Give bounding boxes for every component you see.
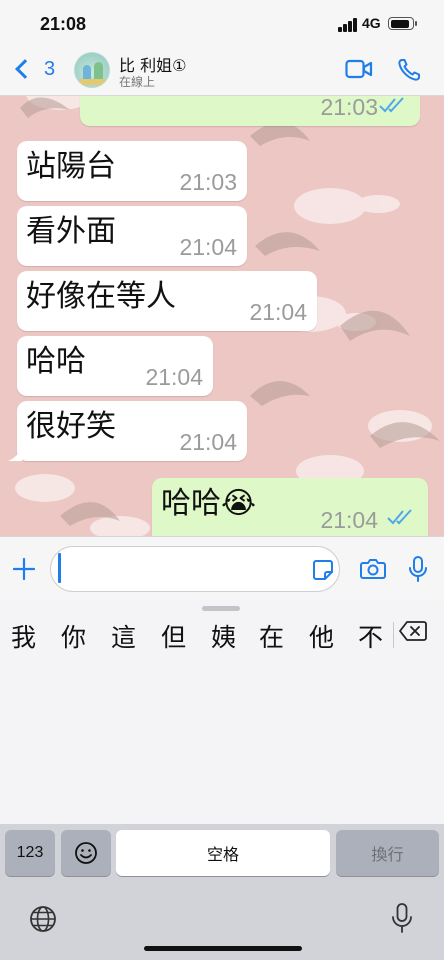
candidate-word[interactable]: 在 [259, 618, 284, 654]
message-bubble-incoming[interactable]: 站陽台 21:03 [17, 141, 247, 201]
text-caret [58, 553, 61, 583]
status-time: 21:08 [40, 14, 87, 34]
candidate-word[interactable]: 我 [11, 618, 36, 654]
read-ticks-icon [386, 508, 416, 530]
video-camera-icon[interactable] [345, 58, 373, 84]
signal-icon [338, 18, 360, 32]
space-key-label: 空格 [206, 847, 239, 864]
candidate-word[interactable]: 這 [111, 618, 136, 654]
space-key[interactable]: 空格 [116, 830, 330, 876]
candidate-expand-handle[interactable] [202, 606, 240, 611]
message-text: 好像在等人 [26, 279, 176, 314]
unread-count: 3 [44, 57, 56, 80]
microphone-icon[interactable] [408, 555, 428, 587]
contact-status: 在線上 [119, 75, 156, 89]
emoji-key[interactable] [61, 830, 111, 876]
message-bubble-outgoing[interactable]: 哈哈😭 21:04 [152, 478, 428, 536]
message-time: 21:04 [179, 429, 237, 455]
message-input[interactable] [50, 546, 340, 592]
message-time: 21:04 [249, 299, 307, 325]
back-button[interactable]: 3 [10, 54, 55, 84]
message-time: 21:03 [320, 96, 378, 120]
candidate-word[interactable]: 不 [358, 618, 383, 654]
message-bubble-incoming[interactable]: 哈哈 21:04 [17, 336, 213, 396]
message-time: 21:03 [179, 169, 237, 195]
read-ticks-icon [378, 96, 408, 118]
message-bubble-incoming[interactable]: 看外面 21:04 [17, 206, 247, 266]
network-type: 4G [362, 15, 381, 31]
chat-header: 3 比 利姐① 在線上 [0, 44, 444, 96]
camera-icon[interactable] [360, 557, 386, 583]
globe-icon[interactable] [28, 904, 58, 938]
chat-area[interactable]: 21:03 站陽台 21:03 看外面 21:04 好像在等人 21:04 哈哈… [0, 96, 444, 536]
dictation-microphone-icon[interactable] [391, 902, 413, 938]
emoji-icon [75, 842, 97, 864]
keyboard: 我 你 這 但 姨 在 他 不 123 空格 換行 [0, 600, 444, 960]
message-bubble-incoming[interactable]: 好像在等人 21:04 [17, 271, 317, 331]
candidate-word[interactable]: 他 [309, 618, 334, 654]
message-text: 哈哈😭 [161, 486, 257, 521]
backspace-icon[interactable] [398, 620, 428, 646]
home-indicator[interactable] [144, 946, 302, 951]
candidate-separator [393, 622, 394, 648]
return-key-label: 換行 [371, 847, 404, 864]
message-input-bar [0, 536, 444, 600]
message-time: 21:04 [145, 364, 203, 390]
candidate-word[interactable]: 你 [61, 618, 86, 654]
message-time: 21:04 [179, 234, 237, 260]
candidate-word[interactable]: 姨 [211, 618, 236, 654]
status-bar: 21:08 4G [0, 0, 444, 44]
message-text: 站陽台 [26, 149, 116, 184]
return-key[interactable]: 換行 [336, 830, 439, 876]
candidate-bar: 我 你 這 但 姨 在 他 不 [0, 600, 444, 824]
numbers-key[interactable]: 123 [5, 830, 55, 876]
phone-icon[interactable] [397, 58, 421, 86]
message-bubble-outgoing[interactable]: 21:03 [80, 96, 420, 126]
avatar[interactable] [74, 52, 110, 88]
message-time: 21:04 [320, 507, 378, 533]
message-bubble-incoming[interactable]: 很好笑 21:04 [17, 401, 247, 461]
numbers-key-label: 123 [16, 844, 44, 861]
bubble-tail [8, 447, 22, 461]
chevron-left-icon [15, 59, 35, 79]
battery-icon [388, 17, 417, 30]
message-text: 哈哈 [26, 344, 86, 379]
plus-icon[interactable] [12, 557, 36, 581]
message-text: 很好笑 [26, 409, 116, 444]
candidate-word[interactable]: 但 [161, 618, 186, 654]
message-text: 看外面 [26, 214, 116, 249]
